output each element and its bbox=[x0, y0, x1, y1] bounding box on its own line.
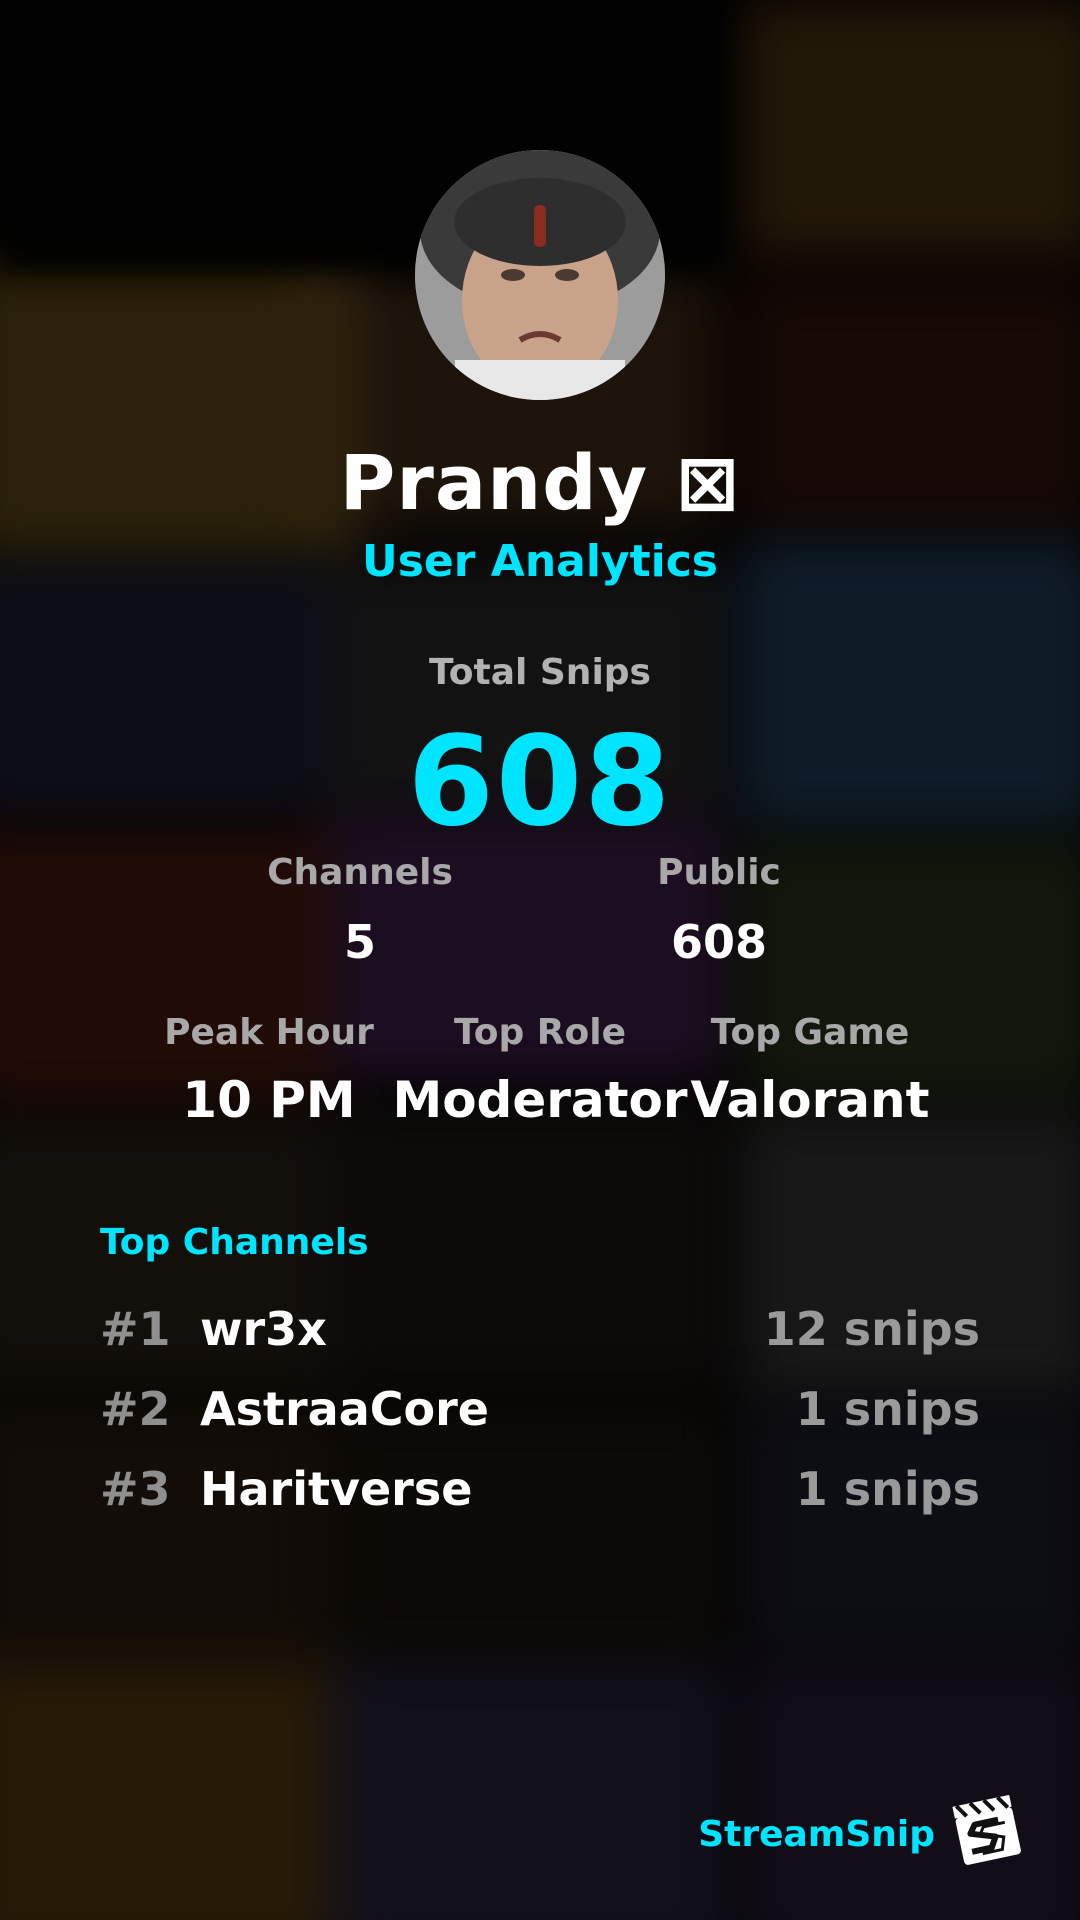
total-snips-value: 608 bbox=[407, 710, 673, 854]
stat-label: Top Game bbox=[710, 1012, 910, 1053]
channel-rank: #1 bbox=[100, 1302, 171, 1356]
stat-label: Public bbox=[657, 852, 781, 893]
stat-value: Valorant bbox=[690, 1071, 930, 1129]
stat-value: 608 bbox=[670, 915, 768, 969]
total-snips-label: Total Snips bbox=[429, 652, 651, 693]
avatar-photo bbox=[415, 150, 665, 400]
channel-rank: #2 bbox=[100, 1382, 171, 1436]
list-item: #3 Haritverse 1 snips bbox=[100, 1462, 980, 1542]
stat-public: Public 608 bbox=[559, 852, 879, 969]
channel-name: AstraaCore bbox=[200, 1382, 489, 1436]
avatar bbox=[415, 150, 665, 400]
page-subtitle: User Analytics bbox=[362, 536, 718, 587]
name-badge-icon: ⊠ bbox=[675, 438, 741, 527]
channel-name: wr3x bbox=[200, 1302, 327, 1356]
profile-name: Prandy ⊠ bbox=[0, 438, 1080, 527]
channel-snip-count: 1 snips bbox=[795, 1462, 980, 1516]
channel-snip-count: 1 snips bbox=[795, 1382, 980, 1436]
brand-name: StreamSnip bbox=[698, 1814, 935, 1855]
channel-snip-count: 12 snips bbox=[763, 1302, 980, 1356]
stat-value: 5 bbox=[343, 915, 376, 969]
analytics-card: Prandy ⊠ User Analytics Total Snips 608 … bbox=[0, 0, 1080, 1920]
top-channels-list: #1 wr3x 12 snips #2 AstraaCore 1 snips #… bbox=[100, 1302, 980, 1542]
stat-channels: Channels 5 bbox=[200, 852, 520, 969]
stat-label: Channels bbox=[267, 852, 453, 893]
channel-rank: #3 bbox=[100, 1462, 171, 1516]
clapperboard-s-icon bbox=[948, 1790, 1028, 1870]
list-item: #1 wr3x 12 snips bbox=[100, 1302, 980, 1382]
channel-name: Haritverse bbox=[200, 1462, 473, 1516]
stat-top-game: Top Game Valorant bbox=[650, 1012, 970, 1129]
list-item: #2 AstraaCore 1 snips bbox=[100, 1382, 980, 1462]
profile-name-text: Prandy bbox=[339, 438, 649, 527]
top-channels-title: Top Channels bbox=[100, 1222, 369, 1263]
